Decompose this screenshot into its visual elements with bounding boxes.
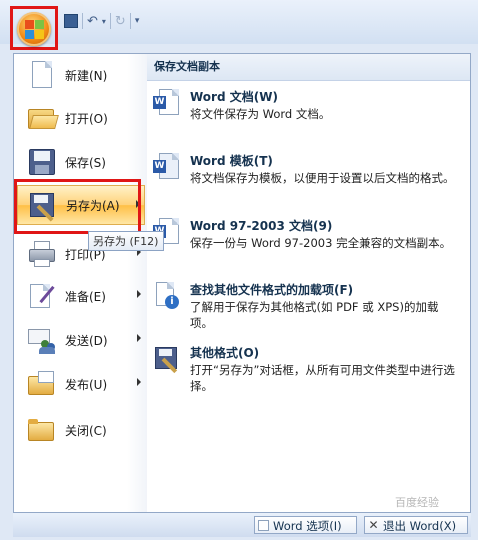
submenu-arrow-icon — [137, 378, 141, 386]
option-title: Word 文档(W) — [190, 90, 278, 104]
menu-item-label: 保存(S) — [65, 155, 106, 170]
save-as-icon — [28, 190, 58, 222]
option-description: 将文件保存为 Word 文档。 — [190, 107, 331, 121]
menu-item-open[interactable]: 打开(O) — [17, 98, 145, 138]
save-as-tooltip: 另存为 (F12) — [88, 231, 164, 251]
word-template-icon: W — [153, 152, 181, 184]
menu-item-label: 打开(O) — [65, 111, 108, 126]
new-document-icon — [27, 60, 57, 90]
option-title: Word 模板(T) — [190, 154, 273, 168]
quick-access-toolbar: ↶ ▾ ↻ ▾ — [64, 10, 139, 32]
submenu-arrow-icon — [137, 290, 141, 298]
menu-item-label: 关闭(C) — [65, 423, 107, 438]
prepare-pen-icon — [27, 281, 57, 311]
office-button[interactable] — [17, 12, 51, 46]
menu-item-send[interactable]: 发送(D) — [17, 320, 145, 360]
menu-item-label: 发布(U) — [65, 377, 108, 392]
menu-item-label: 新建(N) — [65, 68, 108, 83]
redo-icon[interactable]: ↻ — [115, 14, 126, 29]
option-title: 其他格式(O) — [190, 346, 260, 360]
close-x-icon: ✕ — [368, 518, 379, 532]
menu-left-pane: 新建(N) 打开(O) 保存(S) 另存为(A) 打印(P) 准备(E) 发送(… — [14, 54, 148, 512]
options-document-icon — [258, 520, 269, 531]
office-menu: 新建(N) 打开(O) 保存(S) 另存为(A) 打印(P) 准备(E) 发送(… — [13, 53, 471, 513]
menu-bottom-bar: Word 选项(I) ✕ 退出 Word(X) — [13, 513, 471, 537]
word-document-icon: W — [153, 88, 181, 120]
option-other-formats[interactable]: 其他格式(O) 打开“另存为”对话框，从所有可用文件类型中进行选择。 — [153, 344, 467, 400]
close-folder-icon — [27, 415, 57, 445]
menu-item-label: 准备(E) — [65, 289, 106, 304]
send-icon — [27, 325, 57, 355]
save-icon[interactable] — [64, 14, 78, 28]
option-find-addins[interactable]: i 查找其他文件格式的加载项(F) 了解用于保存为其他格式(如 PDF 或 XP… — [153, 281, 467, 337]
undo-icon[interactable]: ↶ — [87, 14, 98, 29]
save-disk-icon — [27, 147, 57, 177]
menu-item-save[interactable]: 保存(S) — [17, 142, 145, 182]
customize-toolbar-icon[interactable]: ▾ — [135, 16, 140, 26]
option-description: 保存一份与 Word 97-2003 完全兼容的文档副本。 — [190, 236, 452, 250]
menu-item-prepare[interactable]: 准备(E) — [17, 276, 145, 316]
menu-item-publish[interactable]: 发布(U) — [17, 364, 145, 404]
publish-folder-icon — [27, 369, 57, 399]
submenu-arrow-icon — [137, 334, 141, 342]
word-options-label: Word 选项(I) — [273, 519, 342, 533]
option-word-document[interactable]: W Word 文档(W) 将文件保存为 Word 文档。 — [153, 88, 467, 140]
printer-icon — [27, 239, 57, 269]
menu-item-close[interactable]: 关闭(C) — [17, 410, 145, 450]
word-options-button[interactable]: Word 选项(I) — [254, 516, 357, 534]
exit-word-label: 退出 Word(X) — [383, 519, 457, 533]
addin-info-icon: i — [153, 281, 181, 313]
option-word-template[interactable]: W Word 模板(T) 将文档保存为模板，以便用于设置以后文档的格式。 — [153, 152, 467, 208]
menu-item-new[interactable]: 新建(N) — [17, 55, 145, 95]
exit-word-button[interactable]: ✕ 退出 Word(X) — [364, 516, 468, 534]
option-description: 将文档保存为模板，以便用于设置以后文档的格式。 — [190, 171, 455, 185]
toolbar-separator — [129, 13, 131, 29]
option-title: Word 97-2003 文档(9) — [190, 219, 333, 233]
toolbar-separator — [109, 13, 111, 29]
option-title: 查找其他文件格式的加载项(F) — [190, 283, 354, 297]
option-description: 打开“另存为”对话框，从所有可用文件类型中进行选择。 — [190, 363, 455, 393]
save-copy-header: 保存文档副本 — [147, 54, 470, 81]
save-copy-pane: 保存文档副本 W Word 文档(W) 将文件保存为 Word 文档。 W Wo… — [147, 54, 470, 512]
undo-dropdown-icon[interactable]: ▾ — [102, 17, 106, 26]
title-bar: ↶ ▾ ↻ ▾ — [0, 0, 478, 44]
submenu-arrow-icon — [136, 200, 140, 208]
option-description: 了解用于保存为其他格式(如 PDF 或 XPS)的加载项。 — [190, 300, 439, 330]
menu-item-save-as[interactable]: 另存为(A) — [17, 185, 145, 225]
menu-item-label: 发送(D) — [65, 333, 108, 348]
option-word-97-2003[interactable]: W Word 97-2003 文档(9) 保存一份与 Word 97-2003 … — [153, 217, 467, 273]
toolbar-separator — [82, 13, 83, 29]
watermark: 百度经验 — [395, 496, 439, 509]
menu-item-label: 另存为(A) — [66, 198, 120, 213]
open-folder-icon — [27, 103, 59, 133]
other-formats-icon — [153, 344, 181, 376]
